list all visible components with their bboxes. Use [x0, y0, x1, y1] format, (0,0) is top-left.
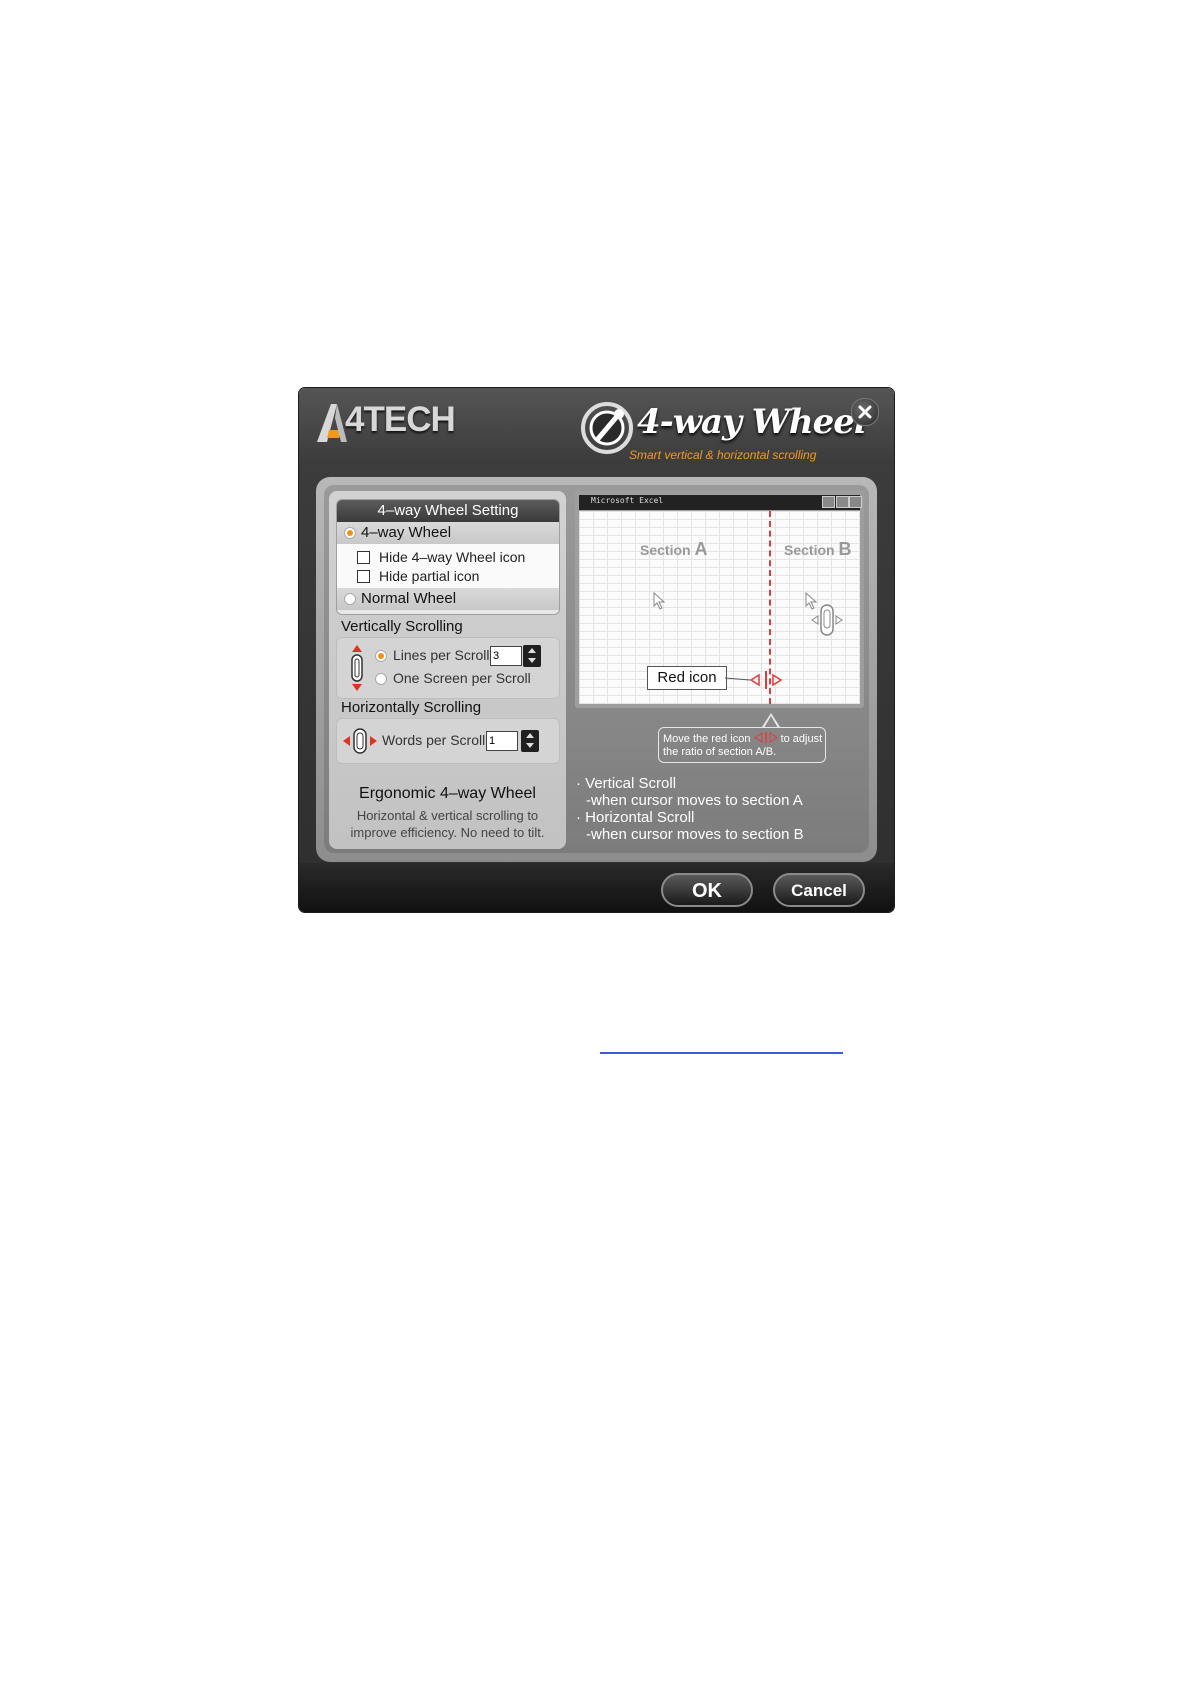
four-way-wheel-badge-icon — [581, 402, 633, 454]
section-a-label: Section A — [640, 539, 708, 559]
words-spinner-buttons[interactable] — [521, 730, 539, 752]
product-title: 4-way Wheel — [637, 402, 867, 442]
tip-line1-pre: Move the red icon — [663, 733, 751, 745]
radio-4way-wheel[interactable]: 4–way Wheel — [337, 522, 559, 544]
ok-button[interactable]: OK — [661, 873, 753, 907]
ergonomic-description: Horizontal & vertical scrolling to impro… — [350, 808, 545, 840]
hide-partial-icon-label: Hide partial icon — [379, 568, 480, 584]
wheel-setting-group: 4–way Wheel Setting 4–way Wheel Hide 4–w… — [336, 499, 560, 615]
note-vertical: · Vertical Scroll — [576, 775, 677, 792]
radio-normal-label: Normal Wheel — [361, 590, 457, 607]
dialog-footer: OK Cancel — [299, 863, 894, 912]
minimize-icon — [822, 496, 835, 508]
horizontal-scrolling-title: Horizontally Scrolling — [341, 699, 482, 716]
radio-normal-wheel[interactable]: Normal Wheel — [337, 588, 559, 610]
preview-window-title: Microsoft Excel — [591, 496, 664, 505]
words-per-scroll-input[interactable]: 1 — [486, 731, 518, 751]
radio-lines-per-scroll[interactable] — [375, 650, 387, 662]
hide-4way-icon-label: Hide 4–way Wheel icon — [379, 549, 526, 565]
horizontal-scroll-icon — [343, 728, 377, 754]
radio-unselected-icon — [344, 593, 356, 605]
hyperlink-underline[interactable] — [600, 1052, 843, 1054]
hide-partial-icon-checkbox[interactable]: Hide partial icon — [357, 567, 479, 585]
radio-selected-icon — [344, 527, 356, 539]
close-button[interactable] — [851, 398, 879, 426]
close-small-icon — [849, 496, 862, 508]
red-divider-handle-icon[interactable] — [725, 670, 813, 690]
product-tagline: Smart vertical & horizontal scrolling — [629, 448, 817, 462]
tip-line1-post: to adjust — [780, 733, 823, 745]
note-horizontal-sub: -when cursor moves to section B — [586, 826, 804, 843]
lines-per-scroll-input[interactable]: 3 — [490, 646, 522, 666]
words-per-scroll-label: Words per Scroll: — [382, 732, 490, 748]
cursor-arrow-icon — [653, 592, 666, 610]
cancel-button[interactable]: Cancel — [773, 873, 865, 907]
wheel-settings-dialog: 4TECH 4-way Wheel Smart vertical & horiz… — [299, 388, 894, 912]
ergonomic-title: Ergonomic 4–way Wheel — [359, 785, 536, 802]
vertical-scroll-icon — [351, 645, 363, 691]
lines-per-scroll-label: Lines per Scroll: — [393, 647, 494, 663]
spreadsheet-preview: Section A Section B Red icon — [579, 511, 860, 704]
red-icon-label: Red icon — [647, 666, 727, 690]
brand-name: 4TECH — [345, 400, 456, 439]
settings-panel: 4–way Wheel Setting 4–way Wheel Hide 4–w… — [329, 491, 566, 849]
content-frame: 4–way Wheel Setting 4–way Wheel Hide 4–w… — [316, 477, 877, 862]
scroll-mode-notes: · Vertical Scroll -when cursor moves to … — [576, 775, 804, 843]
radio-one-screen-per-scroll[interactable] — [375, 673, 387, 685]
note-horizontal: · Horizontal Scroll — [576, 809, 695, 826]
lines-spinner-buttons[interactable] — [523, 645, 541, 667]
red-handle-mini-icon — [753, 732, 778, 743]
adjust-ratio-tip: Move the red icon to adjust the ratio of… — [658, 727, 826, 763]
checkbox-icon — [357, 551, 370, 564]
tip-line2: the ratio of section A/B. — [663, 746, 777, 758]
four-way-scroll-cursor-icon — [811, 604, 843, 636]
vertical-scrolling-title: Vertically Scrolling — [341, 618, 463, 635]
wheel-setting-title: 4–way Wheel Setting — [337, 500, 559, 522]
restore-icon — [836, 496, 849, 508]
vertical-scrolling-box: Lines per Scroll: 3 One Screen per Scrol… — [336, 637, 560, 699]
section-b-label: Section B — [784, 539, 852, 559]
4way-suboptions: Hide 4–way Wheel icon Hide partial icon — [337, 544, 559, 588]
dialog-header: 4TECH 4-way Wheel Smart vertical & horiz… — [299, 388, 894, 480]
preview-window: Microsoft Excel Section A Section B Red … — [575, 491, 864, 708]
checkbox-icon — [357, 570, 370, 583]
hide-4way-icon-checkbox[interactable]: Hide 4–way Wheel icon — [357, 548, 525, 566]
preview-titlebar: Microsoft Excel — [579, 495, 862, 510]
radio-4way-label: 4–way Wheel — [361, 524, 452, 541]
a4tech-a-icon — [317, 404, 347, 442]
content-inner: 4–way Wheel Setting 4–way Wheel Hide 4–w… — [324, 485, 869, 853]
close-icon — [858, 405, 872, 419]
note-vertical-sub: -when cursor moves to section A — [586, 792, 803, 809]
one-screen-label: One Screen per Scroll — [393, 670, 531, 686]
horizontal-scrolling-box: Words per Scroll: 1 — [336, 718, 560, 764]
